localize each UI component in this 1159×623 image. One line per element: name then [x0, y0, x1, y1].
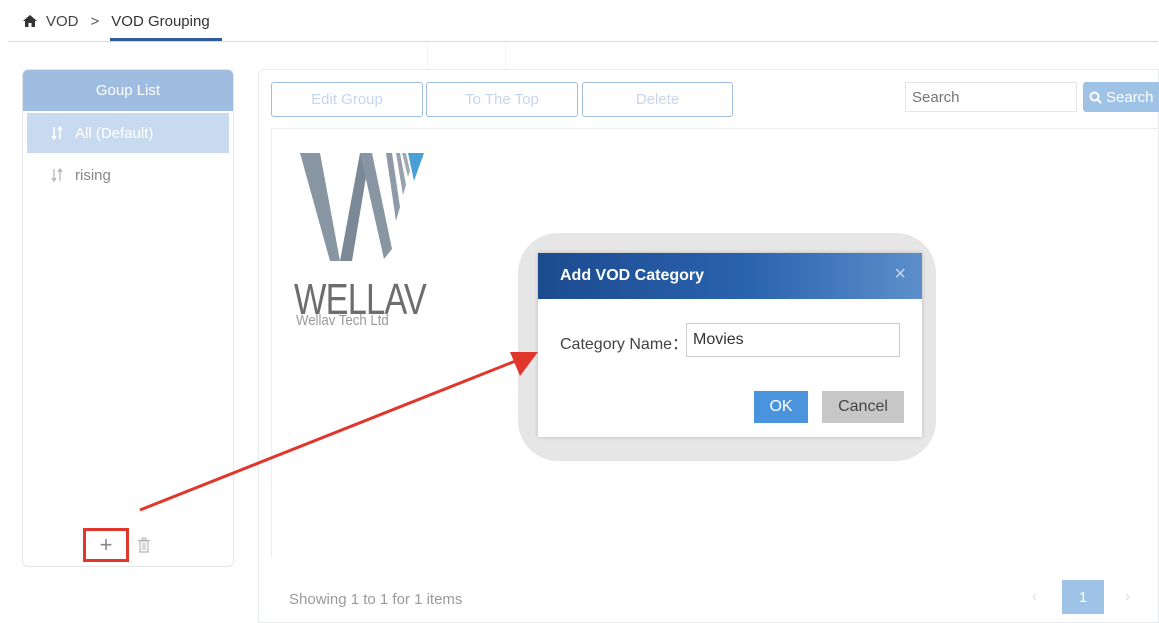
header-divider: [8, 41, 1158, 42]
group-list-panel: Goup List All (Default) rising +: [22, 69, 234, 567]
add-vod-category-dialog: Add VOD Category × Category Name： OK Can…: [538, 253, 922, 437]
dialog-title: Add VOD Category: [560, 267, 705, 284]
add-group-button[interactable]: +: [83, 528, 129, 562]
dialog-header: Add VOD Category ×: [538, 253, 922, 299]
breadcrumb-root[interactable]: VOD: [46, 13, 79, 30]
category-name-label: Category Name：: [560, 336, 689, 353]
ok-button[interactable]: OK: [754, 391, 808, 423]
delete-button[interactable]: Delete: [582, 82, 733, 117]
category-name-input[interactable]: [686, 323, 900, 357]
trash-icon[interactable]: [137, 537, 151, 553]
search-icon: [1089, 91, 1102, 104]
decorative-streak: [427, 42, 428, 70]
to-the-top-button[interactable]: To The Top: [426, 82, 578, 117]
pagination-next[interactable]: ›: [1125, 588, 1130, 605]
pagination-page[interactable]: 1: [1062, 580, 1104, 614]
group-list-title: Goup List: [23, 70, 233, 111]
breadcrumb-separator: >: [90, 12, 100, 30]
decorative-streak: [505, 42, 506, 70]
close-icon[interactable]: ×: [894, 263, 906, 286]
search-input[interactable]: [905, 82, 1077, 112]
search-button-label: Search: [1106, 88, 1154, 106]
group-item-all-default[interactable]: All (Default): [27, 113, 229, 153]
group-item-label: All (Default): [75, 124, 154, 142]
breadcrumb-current: VOD Grouping: [111, 12, 210, 30]
home-icon[interactable]: [22, 14, 38, 28]
edit-group-button[interactable]: Edit Group: [271, 82, 423, 117]
breadcrumb: VOD > VOD Grouping: [22, 10, 210, 32]
sort-icon: [51, 126, 63, 140]
sort-icon: [51, 168, 63, 182]
group-item-label: rising: [75, 166, 111, 184]
search-button[interactable]: Search: [1083, 82, 1159, 112]
group-item-rising[interactable]: rising: [27, 155, 229, 195]
pagination-summary: Showing 1 to 1 for 1 items: [289, 591, 463, 608]
group-list-actions: +: [83, 528, 151, 562]
pagination-prev[interactable]: ‹: [1032, 588, 1037, 605]
logo-subtitle: Wellav Tech Ltd: [296, 312, 389, 329]
cancel-button[interactable]: Cancel: [822, 391, 904, 423]
